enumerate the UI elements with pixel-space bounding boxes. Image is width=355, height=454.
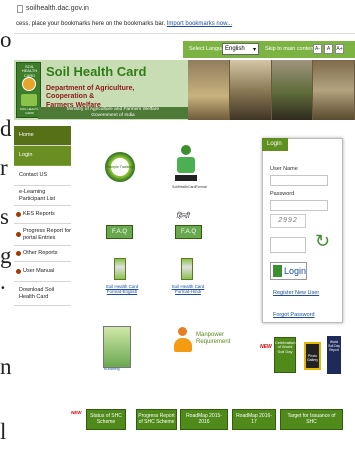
farm-photo-2 (229, 60, 272, 120)
password-label: Password (270, 191, 295, 197)
farm-photo-3 (271, 60, 314, 120)
elearning-icon[interactable] (103, 326, 131, 368)
shc-format-english-link[interactable]: Soil Health Card Format-English (103, 284, 141, 294)
header-photo-strip (188, 60, 355, 120)
shc-format-icon[interactable]: SoilHealthCardFormat (172, 145, 207, 193)
user-icon (273, 265, 282, 277)
chevron-down-icon: ▾ (252, 46, 256, 53)
faq-hindi-button[interactable]: F.A.Q (175, 225, 202, 239)
font-increase-button[interactable]: A+ (335, 44, 344, 54)
faq-button[interactable]: F.A.Q (106, 225, 133, 239)
password-input[interactable] (270, 200, 328, 211)
expand-icon (16, 251, 21, 256)
register-link[interactable]: Register New User (273, 290, 319, 296)
nav-user-manual[interactable]: User Manual (14, 262, 71, 282)
expand-icon (16, 212, 21, 217)
nav-elearning-list[interactable]: e-Learning Participant List (14, 186, 71, 206)
captcha-input[interactable] (270, 237, 306, 253)
target-issuance-shc-button[interactable]: Target for Issuance of SHC (280, 409, 343, 430)
login-button[interactable]: Login (270, 262, 307, 280)
username-label: User Name (270, 166, 298, 172)
nav-home[interactable]: Home (14, 126, 71, 146)
side-nav: Home Login Contact US e-Learning Partici… (14, 126, 71, 326)
new-badge-status: NEW (71, 410, 82, 415)
farm-photo-1 (188, 60, 230, 120)
photo-gallery-button[interactable]: Photo Gallery (304, 342, 321, 370)
nav-download-shc[interactable]: Download Soil Health Card (14, 282, 71, 306)
font-decrease-button[interactable]: A- (313, 44, 322, 54)
import-bookmarks-link[interactable]: Import bookmarks now... (167, 21, 232, 27)
elearning-label[interactable]: eLearning (104, 367, 120, 371)
refresh-captcha-icon[interactable]: ↻ (315, 232, 331, 250)
skip-to-main-link[interactable]: Skip to main content (265, 46, 315, 52)
faq-hindi-label: हिन्दी (176, 213, 190, 220)
status-shc-scheme-button[interactable]: Status of SHC Scheme (86, 409, 126, 430)
ministry-banner: Ministry of Agriculture and Farmers Welf… (38, 107, 188, 119)
shc-hindi-icon[interactable] (181, 258, 193, 280)
shc-english-icon[interactable] (114, 258, 126, 280)
site-title: Soil Health Card (46, 64, 147, 79)
nav-contact-us[interactable]: Contact US (14, 166, 71, 186)
address-bar[interactable]: soilhealth.dac.gov.in (14, 0, 355, 14)
roadmap-2015-button[interactable]: RoadMap 2015-2016 (180, 409, 228, 430)
expand-icon (16, 232, 21, 237)
manpower-icon[interactable] (172, 325, 194, 359)
new-badge-celebration: NEW (260, 344, 272, 350)
nav-login[interactable]: Login (14, 146, 71, 166)
celebration-world-soil-day-button[interactable]: Celebration of World Soil Day (274, 337, 296, 373)
manpower-requirement-link[interactable]: Manpower Requirement (196, 332, 238, 345)
emblem-icon (22, 77, 36, 91)
login-panel-title: Login (262, 138, 288, 151)
forgot-password-link[interactable]: Forgot Password (273, 312, 315, 318)
progress-report-shc-button[interactable]: Progress Report of SHC Scheme (136, 409, 177, 430)
farm-photo-4 (313, 60, 355, 120)
nav-progress-report[interactable]: Progress Report for portal Entries (14, 224, 71, 246)
captcha-image: 2992 (270, 214, 306, 228)
nav-kes-reports[interactable]: KES Reports (14, 206, 71, 224)
left-cropped-text: o d r s g . n l (0, 0, 14, 454)
language-select[interactable]: English ▾ (222, 43, 259, 55)
font-normal-button[interactable]: A (324, 44, 333, 54)
roadmap-2016-button[interactable]: RoadMap 2016-17 (232, 409, 276, 430)
nav-other-reports[interactable]: Other Reports (14, 246, 71, 262)
world-soil-day-report-button[interactable]: World Soil Day Report (327, 336, 341, 374)
expand-icon (16, 269, 21, 274)
shc-format-hindi-link[interactable]: Soil Health Card Format-Hindi (171, 284, 205, 294)
url-text: soilhealth.dac.gov.in (26, 5, 89, 12)
username-input[interactable] (270, 175, 328, 186)
bookmarks-bar: cess, place your bookmarks here on the b… (14, 14, 355, 34)
page-icon (17, 4, 23, 13)
sample-tracking-icon[interactable]: Sample Tracking (105, 152, 135, 182)
